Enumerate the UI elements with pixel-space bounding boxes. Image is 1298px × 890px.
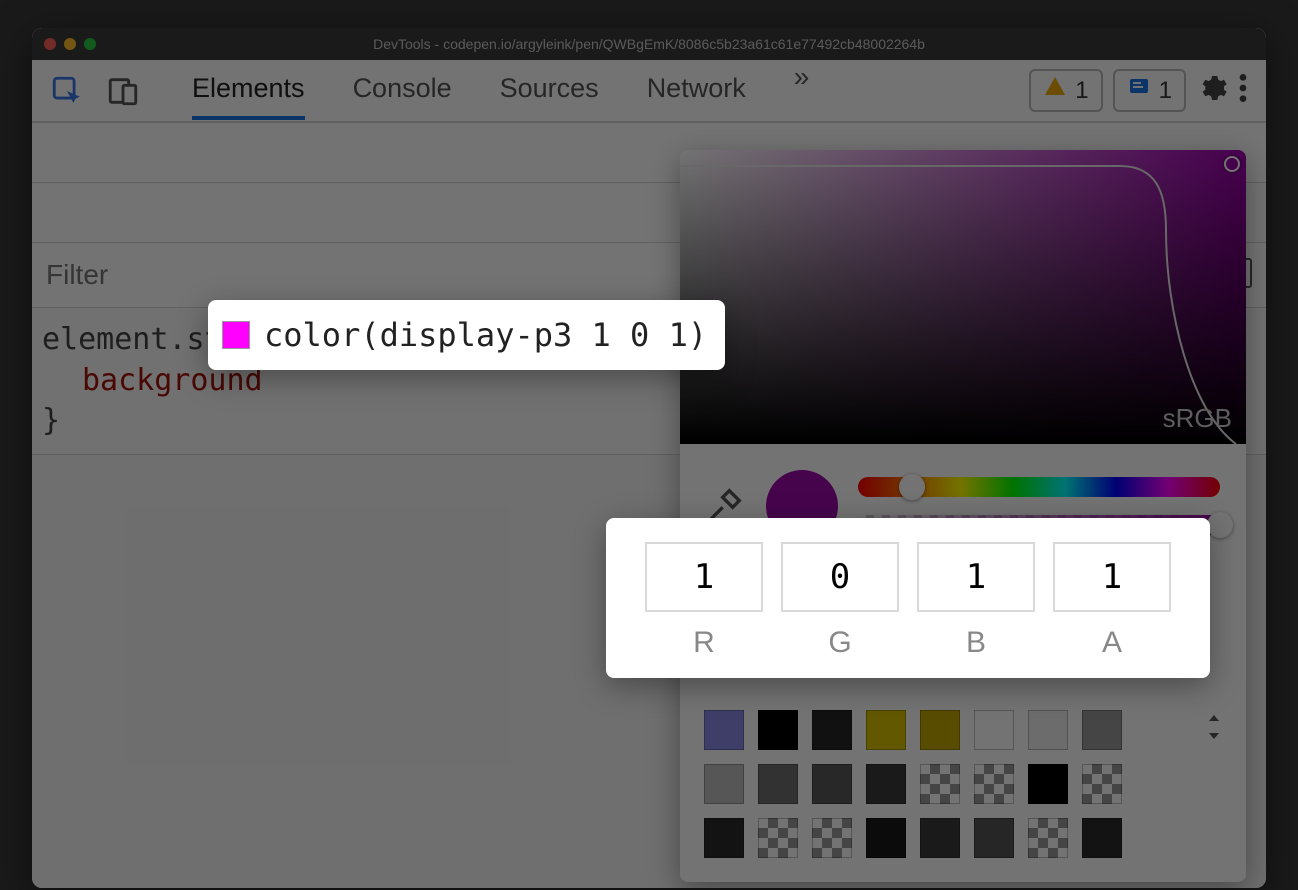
alpha-slider-thumb[interactable]	[1207, 512, 1233, 538]
inspect-element-icon[interactable]	[50, 74, 84, 108]
hue-slider[interactable]	[858, 477, 1220, 497]
palette-swatch[interactable]	[704, 710, 744, 750]
issues-icon	[1127, 75, 1151, 106]
channel-a-input[interactable]	[1053, 542, 1171, 612]
channel-b-label: B	[966, 626, 986, 660]
palette-swatch[interactable]	[1082, 764, 1122, 804]
palette-swatch[interactable]	[704, 818, 744, 858]
tab-elements[interactable]: Elements	[192, 61, 305, 120]
color-channels-card: RGBA	[606, 518, 1210, 678]
palette-swatch[interactable]	[758, 764, 798, 804]
channel-g-input[interactable]	[781, 542, 899, 612]
channel-r: R	[645, 542, 763, 660]
channel-r-input[interactable]	[645, 542, 763, 612]
palette-swatch[interactable]	[758, 818, 798, 858]
issues-count: 1	[1159, 77, 1172, 105]
palette-swatch[interactable]	[812, 764, 852, 804]
gamut-boundary-line	[680, 150, 1246, 444]
palette-swatch[interactable]	[1028, 764, 1068, 804]
palette-swatch[interactable]	[920, 710, 960, 750]
css-close-brace: }	[42, 403, 60, 438]
channel-a: A	[1053, 542, 1171, 660]
color-picker: sRGB	[680, 150, 1246, 882]
palette-row	[704, 710, 1222, 750]
tab-console[interactable]: Console	[353, 61, 452, 120]
palette-swatch[interactable]	[974, 764, 1014, 804]
minimize-window-button[interactable]	[64, 38, 76, 50]
palette-swatch[interactable]	[812, 710, 852, 750]
color-spectrum[interactable]: sRGB	[680, 150, 1246, 444]
palette-row	[704, 764, 1222, 804]
gamut-label: sRGB	[1163, 403, 1232, 434]
warning-icon	[1043, 75, 1067, 106]
tooltip-swatch[interactable]	[222, 321, 250, 349]
toolbar-badges: 1 1	[1029, 69, 1248, 112]
channel-b: B	[917, 542, 1035, 660]
window-title: DevTools - codepen.io/argyleink/pen/QWBg…	[32, 36, 1266, 52]
spectrum-thumb[interactable]	[1224, 156, 1240, 172]
palette-swatch[interactable]	[920, 764, 960, 804]
palette-swatch[interactable]	[974, 818, 1014, 858]
palette-swatch[interactable]	[704, 764, 744, 804]
tab-network[interactable]: Network	[647, 61, 746, 120]
palette-swatch[interactable]	[866, 764, 906, 804]
warnings-badge[interactable]: 1	[1029, 69, 1102, 112]
palette-row	[704, 818, 1222, 858]
palette-swatch[interactable]	[1028, 818, 1068, 858]
traffic-lights	[44, 38, 96, 50]
palette-swatch[interactable]	[758, 710, 798, 750]
hue-slider-thumb[interactable]	[899, 474, 925, 500]
palette-swatch[interactable]	[1028, 710, 1068, 750]
color-value-tooltip: color(display-p3 1 0 1)	[208, 300, 725, 370]
palette-swatch[interactable]	[866, 710, 906, 750]
channel-g: G	[781, 542, 899, 660]
channel-b-input[interactable]	[917, 542, 1035, 612]
palette-swatch[interactable]	[974, 710, 1014, 750]
warnings-count: 1	[1075, 77, 1088, 105]
device-toolbar-icon[interactable]	[106, 74, 140, 108]
channel-g-label: G	[828, 626, 851, 660]
devtools-window: DevTools - codepen.io/argyleink/pen/QWBg…	[32, 28, 1266, 888]
window-titlebar: DevTools - codepen.io/argyleink/pen/QWBg…	[32, 28, 1266, 60]
palette-swatch[interactable]	[1082, 818, 1122, 858]
tooltip-color-text: color(display-p3 1 0 1)	[264, 316, 707, 354]
devtools-toolbar: Elements Console Sources Network » 1 1	[32, 60, 1266, 122]
palette-expand-icon[interactable]	[1206, 715, 1222, 745]
more-options-icon[interactable]	[1238, 72, 1248, 109]
color-palette	[680, 702, 1246, 882]
more-tabs-button[interactable]: »	[794, 61, 810, 120]
zoom-window-button[interactable]	[84, 38, 96, 50]
channel-a-label: A	[1102, 626, 1122, 660]
palette-swatch[interactable]	[1082, 710, 1122, 750]
panel-tabs: Elements Console Sources Network »	[192, 61, 1007, 120]
palette-swatch[interactable]	[920, 818, 960, 858]
close-window-button[interactable]	[44, 38, 56, 50]
issues-badge[interactable]: 1	[1113, 69, 1186, 112]
palette-swatch[interactable]	[866, 818, 906, 858]
palette-swatch[interactable]	[812, 818, 852, 858]
settings-gear-icon[interactable]	[1196, 72, 1228, 109]
channel-r-label: R	[693, 626, 715, 660]
tab-sources[interactable]: Sources	[500, 61, 599, 120]
